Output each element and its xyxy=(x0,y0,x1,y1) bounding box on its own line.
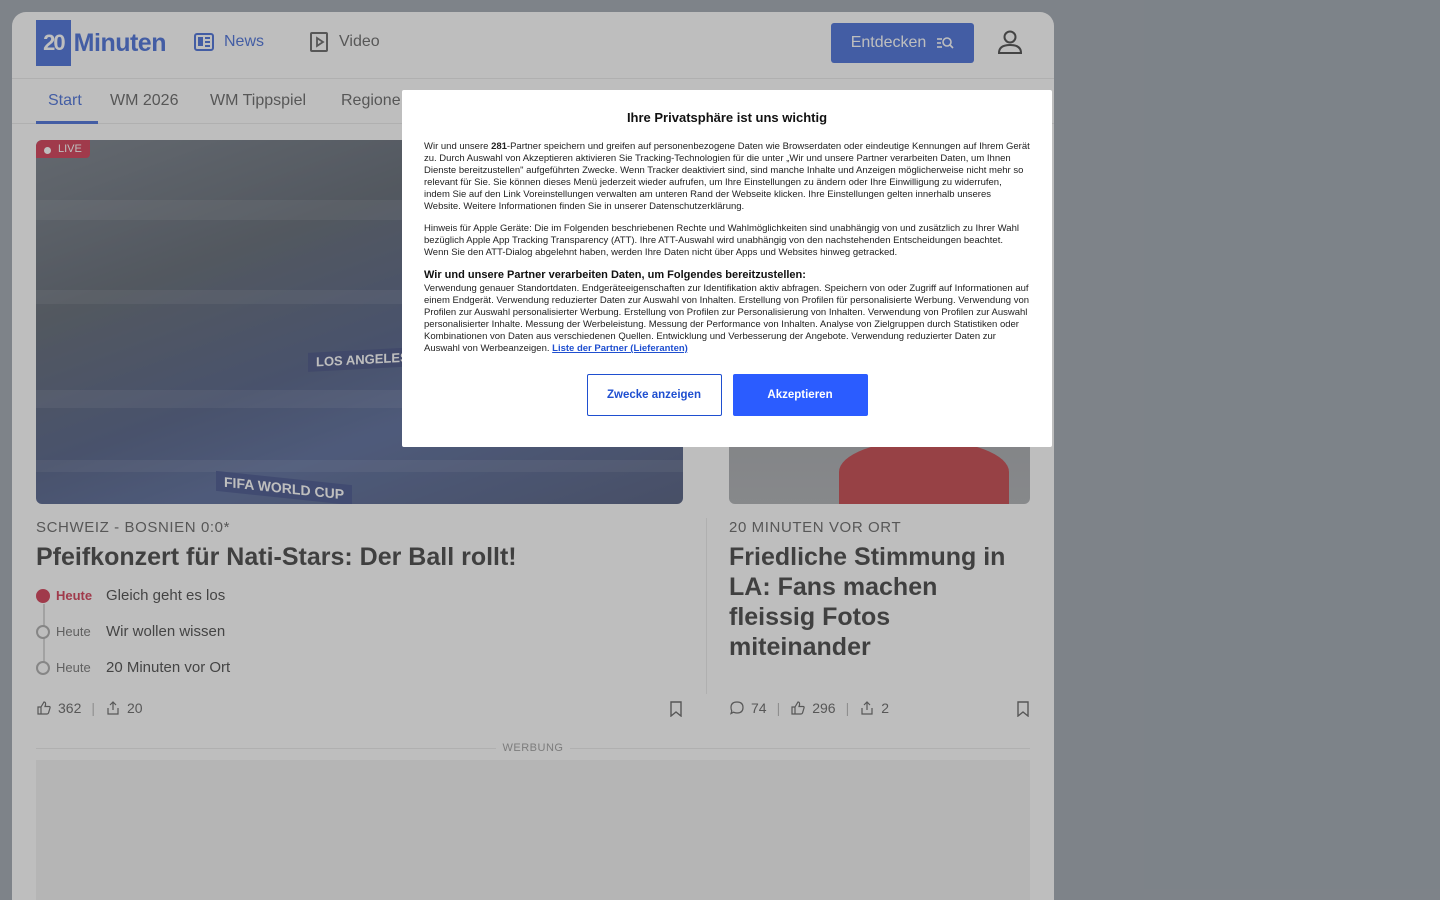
show-purposes-button[interactable]: Zwecke anzeigen xyxy=(586,374,722,416)
consent-para1-rest: -Partner speichern und greifen auf perso… xyxy=(424,141,1030,212)
consent-para1-start: Wir und unsere xyxy=(424,141,492,152)
accept-button[interactable]: Akzeptieren xyxy=(732,374,868,416)
consent-paragraph-1: Wir und unsere 281-Partner speichern und… xyxy=(424,141,1030,213)
consent-title: Ihre Privatsphäre ist uns wichtig xyxy=(626,110,828,125)
consent-dialog: Ihre Privatsphäre ist uns wichtig Wir un… xyxy=(402,90,1052,447)
consent-paragraph-3: Verwendung genauer Standortdaten. Endger… xyxy=(424,283,1030,355)
consent-buttons: Zwecke anzeigen Akzeptieren xyxy=(402,374,1052,416)
consent-subheading: Wir und unsere Partner verarbeiten Daten… xyxy=(424,269,806,281)
consent-paragraph-2: Hinweis für Apple Geräte: Die im Folgend… xyxy=(424,223,1019,258)
consent-purposes-text: Verwendung genauer Standortdaten. Endger… xyxy=(424,283,1030,354)
partner-count: 281 xyxy=(491,141,507,152)
partner-list-link[interactable]: Liste der Partner (Lieferanten) xyxy=(552,343,688,354)
